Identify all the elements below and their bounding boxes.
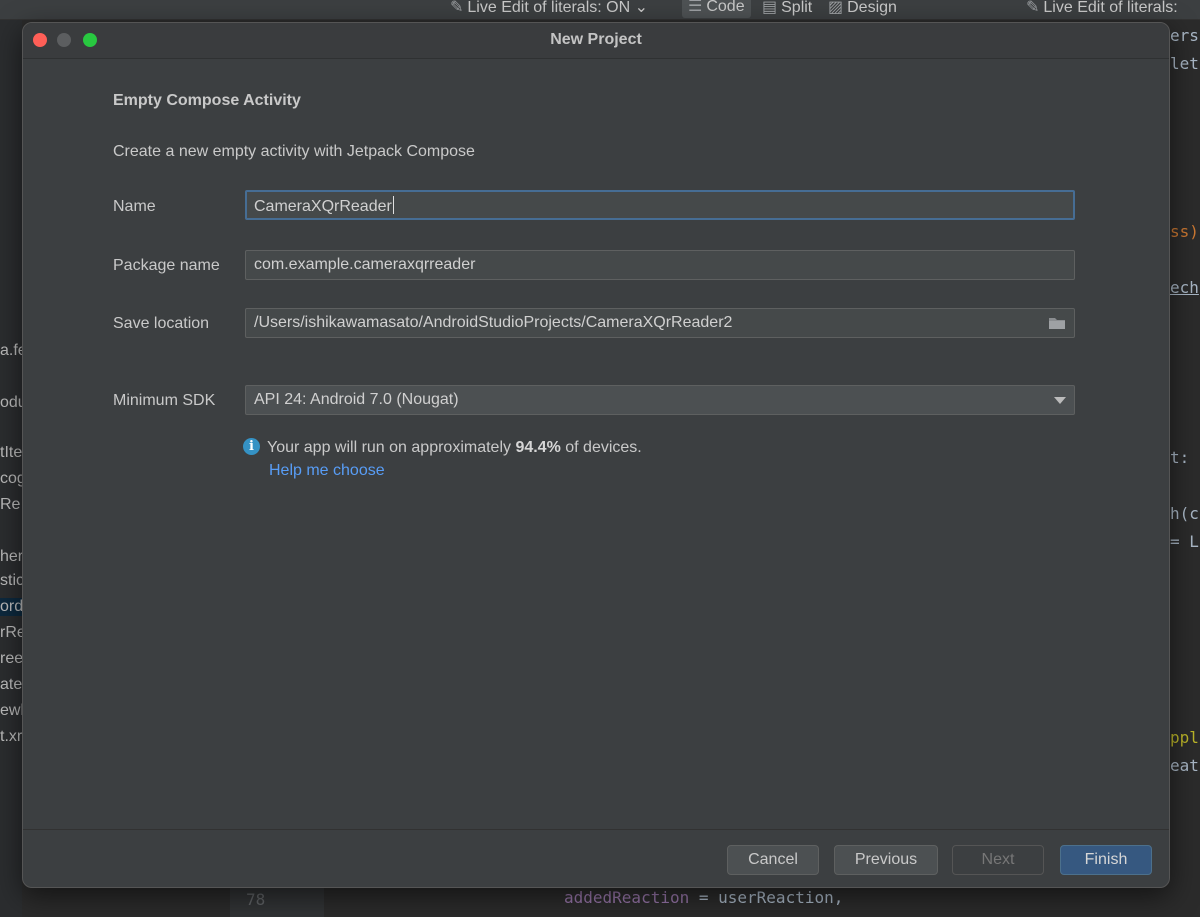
code-fragment: let xyxy=(1170,54,1199,73)
chevron-down-icon: ⌄ xyxy=(634,0,648,16)
code-editor-fragment: ers let ss) ech t: h(c = L ppl eat xyxy=(1170,20,1200,917)
tree-item[interactable]: ewl xyxy=(0,702,22,720)
package-name-value: com.example.cameraxqrreader xyxy=(254,256,476,273)
tree-item[interactable]: t.xr xyxy=(0,728,22,746)
code-fragment: ech xyxy=(1170,278,1199,297)
help-me-choose-link[interactable]: Help me choose xyxy=(269,462,385,480)
code-fragment: ss) xyxy=(1170,222,1199,241)
split-icon: ▤ xyxy=(762,0,778,16)
coverage-percent: 94.4% xyxy=(515,439,561,456)
tree-item[interactable]: stic xyxy=(0,572,22,590)
code-fragment: ppl xyxy=(1170,728,1199,747)
text-caret xyxy=(392,196,394,214)
minimum-sdk-value: API 24: Android 7.0 (Nougat) xyxy=(254,391,459,408)
pencil-icon: ✎ xyxy=(450,0,464,16)
code-line: addedReaction = userReaction, xyxy=(564,888,843,907)
line-gutter xyxy=(230,888,324,917)
lines-icon: ☰ xyxy=(688,0,703,15)
minimum-sdk-select[interactable]: API 24: Android 7.0 (Nougat) xyxy=(245,385,1075,415)
info-icon: i xyxy=(243,438,260,455)
chevron-down-icon xyxy=(1054,397,1066,404)
design-view-button[interactable]: ▨ Design xyxy=(828,0,897,17)
code-fragment: ers xyxy=(1170,26,1199,45)
tree-item[interactable]: tIte xyxy=(0,444,22,462)
split-view-button[interactable]: ▤ Split xyxy=(762,0,812,17)
line-number: 78 xyxy=(246,890,266,909)
previous-button[interactable]: Previous xyxy=(834,845,938,875)
package-name-input[interactable]: com.example.cameraxqrreader xyxy=(245,250,1075,280)
ide-toolbar: ✎ Live Edit of literals: ON ⌄ ☰ Code ▤ Spli… xyxy=(0,0,1200,20)
dialog-title: New Project xyxy=(550,31,642,48)
code-fragment: = L xyxy=(1170,532,1199,551)
name-input-value: CameraXQrReader xyxy=(254,198,392,215)
tree-item[interactable]: her xyxy=(0,548,22,566)
code-view-button[interactable]: ☰ Code xyxy=(682,0,751,18)
live-edit-toggle-right[interactable]: ✎ Live Edit of literals: xyxy=(1026,0,1178,17)
name-input[interactable]: CameraXQrReader xyxy=(245,190,1075,220)
tree-item[interactable]: cog xyxy=(0,470,22,488)
save-location-label: Save location xyxy=(113,315,210,332)
code-fragment: eat xyxy=(1170,756,1199,775)
folder-icon[interactable] xyxy=(1048,316,1066,330)
package-name-label: Package name xyxy=(113,257,220,274)
minimum-sdk-label: Minimum SDK xyxy=(113,392,216,409)
dialog-titlebar: New Project xyxy=(23,23,1169,59)
code-rest: = userReaction, xyxy=(689,888,844,907)
name-label: Name xyxy=(113,198,156,215)
project-tree-panel: a.fe odu tIte cog Re her stic ord rRe re… xyxy=(0,20,22,917)
tree-item-selected[interactable]: ord xyxy=(0,598,22,616)
tree-item[interactable]: odu xyxy=(0,394,22,412)
template-heading: Empty Compose Activity xyxy=(113,92,301,109)
next-button[interactable]: Next xyxy=(952,845,1044,875)
pencil-icon: ✎ xyxy=(1026,0,1040,16)
image-icon: ▨ xyxy=(828,0,844,16)
template-description: Create a new empty activity with Jetpack… xyxy=(113,143,475,160)
code-variable: addedReaction xyxy=(564,888,690,907)
finish-button[interactable]: Finish xyxy=(1060,845,1152,875)
footer-divider xyxy=(23,829,1169,830)
cancel-button[interactable]: Cancel xyxy=(727,845,819,875)
tree-item[interactable]: a.fe xyxy=(0,342,22,360)
device-coverage-info: Your app will run on approximately 94.4%… xyxy=(267,439,642,456)
tree-item[interactable]: ree xyxy=(0,650,22,668)
save-location-input[interactable]: /Users/ishikawamasato/AndroidStudioProje… xyxy=(245,308,1075,338)
code-fragment: t: xyxy=(1170,448,1190,467)
tree-item[interactable]: Re xyxy=(0,496,20,514)
save-location-value: /Users/ishikawamasato/AndroidStudioProje… xyxy=(254,314,733,331)
code-fragment: h(c xyxy=(1170,504,1199,523)
new-project-dialog: New Project Empty Compose Activity Creat… xyxy=(22,22,1170,888)
tree-item[interactable]: ate xyxy=(0,676,22,694)
code-editor-bottom: 78 addedReaction = userReaction, xyxy=(22,888,1170,917)
live-edit-toggle[interactable]: ✎ Live Edit of literals: ON ⌄ xyxy=(450,0,648,17)
tree-item[interactable]: rRe xyxy=(0,624,22,642)
